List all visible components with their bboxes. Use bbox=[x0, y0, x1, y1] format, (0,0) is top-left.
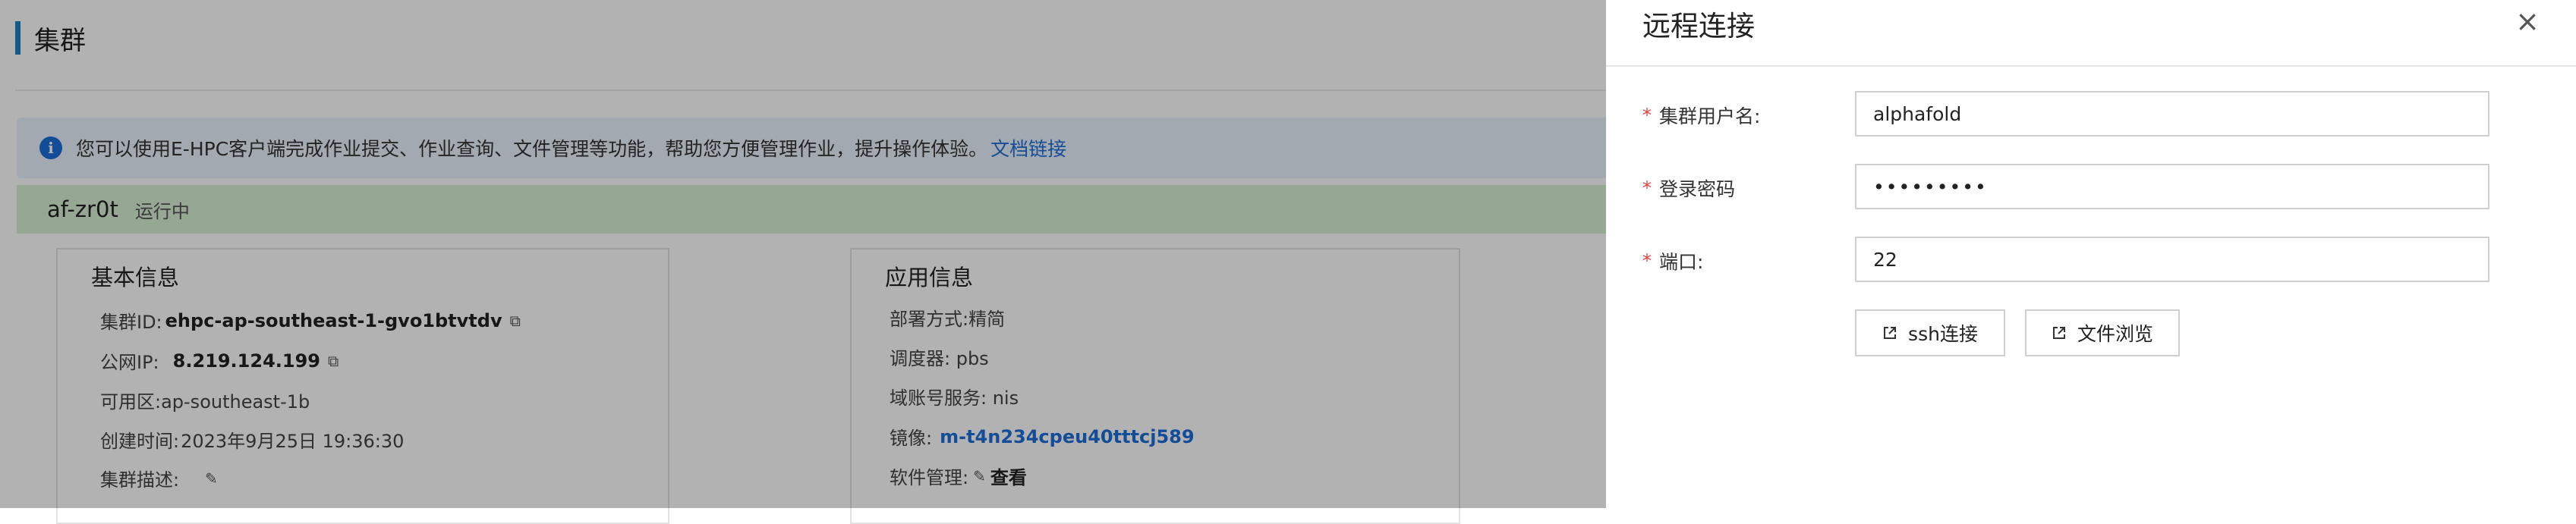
file-browse-label: 文件浏览 bbox=[2077, 323, 2153, 345]
password-input[interactable] bbox=[1855, 164, 2489, 209]
required-mark: * bbox=[1642, 177, 1652, 199]
drawer-divider bbox=[1606, 65, 2576, 67]
port-label-row: * 端口: bbox=[1642, 247, 1856, 275]
required-mark: * bbox=[1642, 250, 1652, 271]
password-label: 登录密码 bbox=[1659, 178, 1736, 200]
file-browse-button[interactable]: 文件浏览 bbox=[2025, 309, 2180, 356]
port-label: 端口: bbox=[1659, 251, 1704, 273]
username-input[interactable] bbox=[1855, 91, 2489, 136]
password-label-row: * 登录密码 bbox=[1642, 174, 1856, 202]
external-link-icon bbox=[1884, 327, 1897, 339]
port-input[interactable] bbox=[1855, 237, 2489, 282]
ssh-connect-button[interactable]: ssh连接 bbox=[1855, 309, 2005, 356]
ssh-connect-label: ssh连接 bbox=[1908, 323, 1978, 345]
drawer-title: 远程连接 bbox=[1642, 10, 1755, 42]
drawer-overlay-mask[interactable] bbox=[0, 0, 1606, 508]
username-label: 集群用户名: bbox=[1659, 105, 1761, 127]
close-icon[interactable]: × bbox=[2515, 6, 2540, 36]
external-link-icon bbox=[2052, 327, 2065, 339]
required-mark: * bbox=[1642, 105, 1652, 126]
username-label-row: * 集群用户名: bbox=[1642, 102, 1856, 129]
